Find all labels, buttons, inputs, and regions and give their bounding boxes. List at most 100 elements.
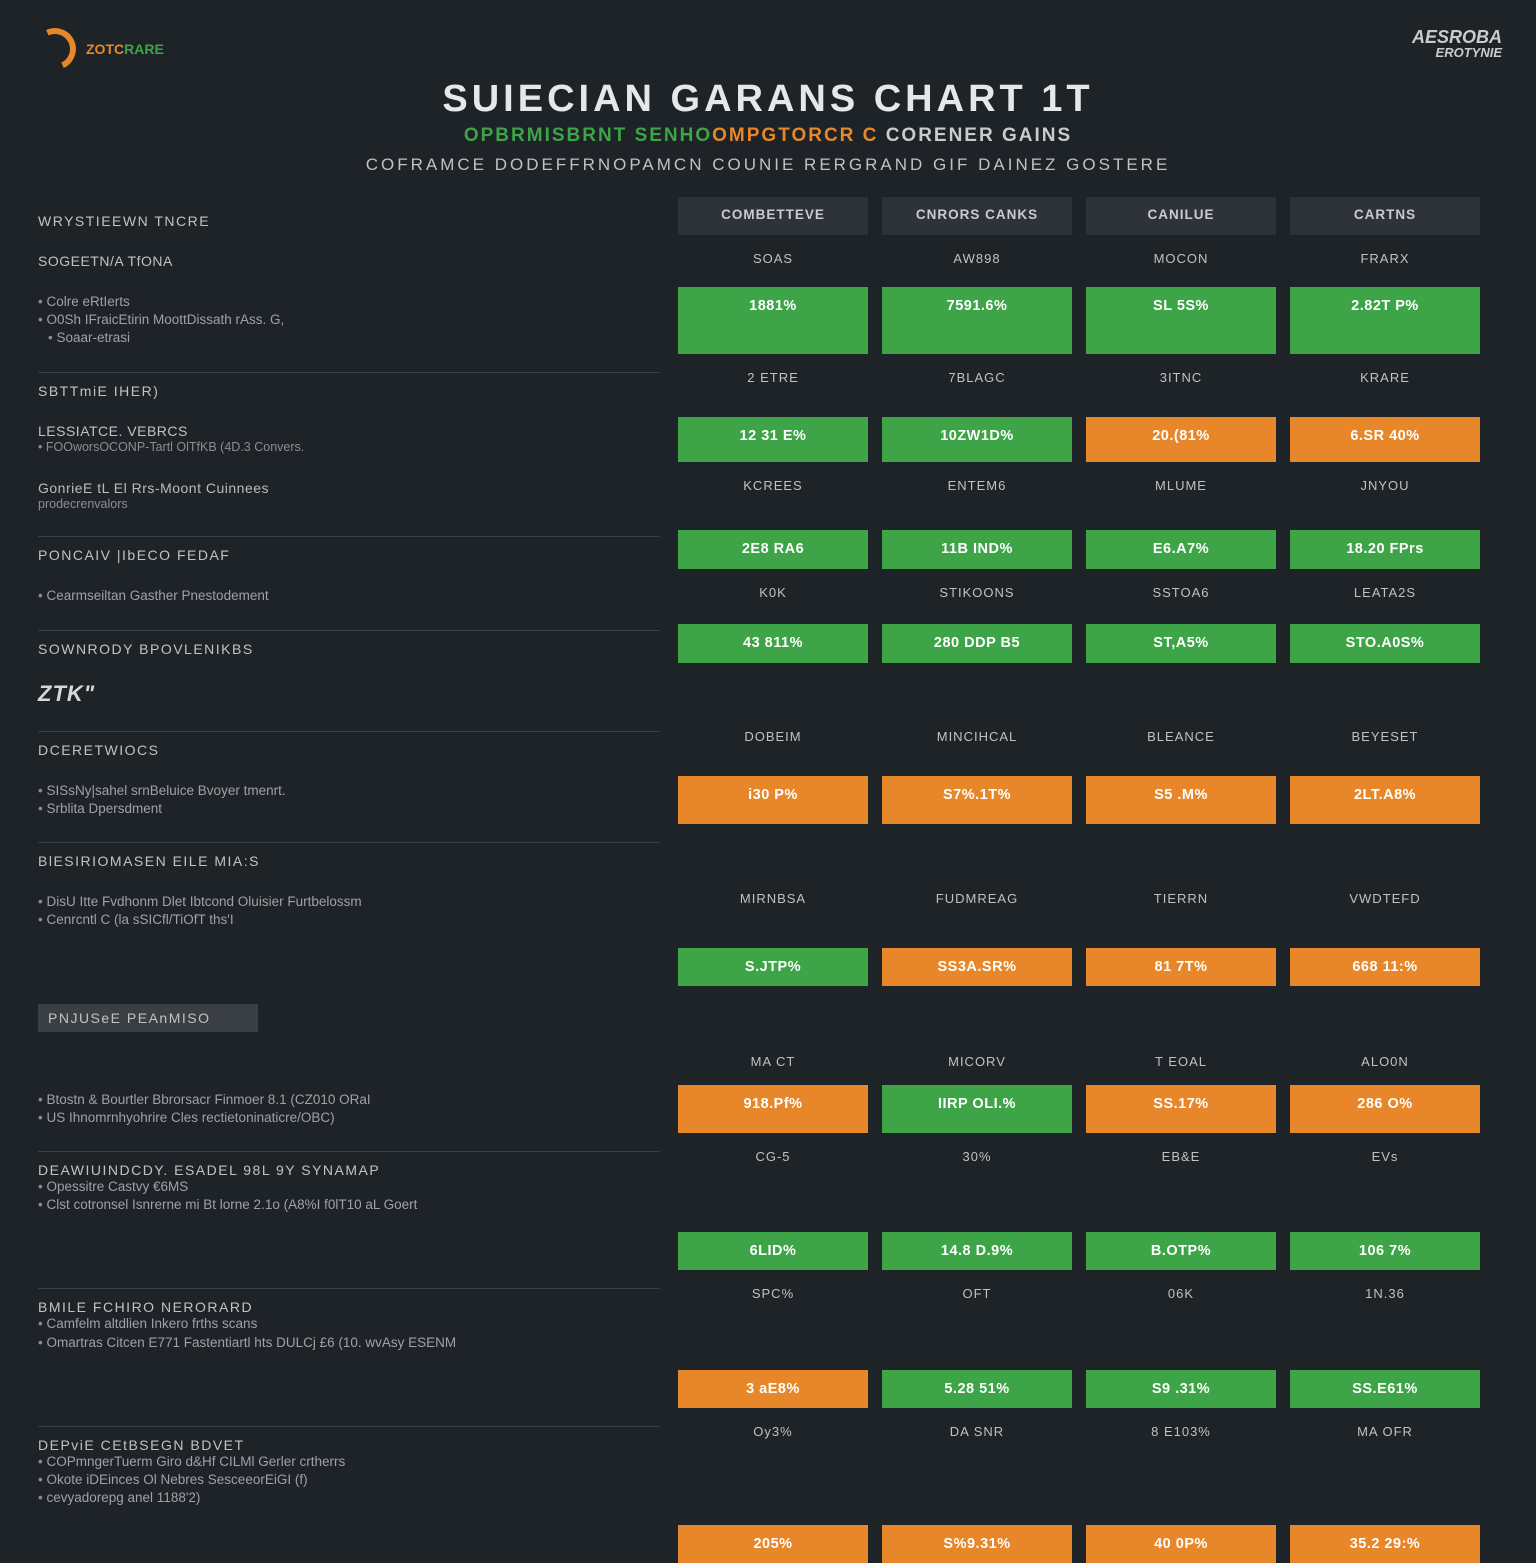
gap-8-0 (678, 675, 868, 679)
val-4-3: 2LT.A8% (1290, 776, 1480, 824)
lbl-0-1: AW898 (882, 247, 1072, 275)
gap-11-2 (1086, 836, 1276, 840)
val-0-0: 1881% (678, 287, 868, 354)
val-2-2: E6.A7% (1086, 530, 1276, 569)
gap-11-3 (1290, 836, 1480, 840)
left-row-20 (34, 1370, 664, 1408)
val-2-0: 2E8 RA6 (678, 530, 868, 569)
left-row-17: DEAWIUINDCDY. ESADEL 98L 9Y SYNAMAPOpess… (34, 1145, 664, 1220)
val-2-3: 18.20 FPrs (1290, 530, 1480, 569)
lbl-4-0: DOBEIM (678, 725, 868, 764)
val-3-1: 280 DDP B5 (882, 624, 1072, 663)
val-9-0: 205% (678, 1525, 868, 1563)
lbl-2-2: MLUME (1086, 474, 1276, 519)
val-4-1: S7%.1T% (882, 776, 1072, 824)
val-7-2: B.OTP% (1086, 1232, 1276, 1270)
val-7-0: 6LID% (678, 1232, 868, 1270)
lbl-7-2: EB&E (1086, 1145, 1276, 1220)
page-title: SUIECIAN GARANS CHART 1T (34, 78, 1502, 121)
logo-right: AESROBA EROTYNIE (1412, 28, 1502, 59)
left-row-3: LESSIATCE. VEBRCSFOOworsOCONP-Tartl OlTf… (34, 417, 664, 462)
lbl-4-2: BLEANCE (1086, 725, 1276, 764)
lbl-6-0: MA CT (678, 1050, 868, 1073)
val-8-0: 3 aE8% (678, 1370, 868, 1408)
header: ZOTCRARE AESROBA EROTYNIE (34, 28, 1502, 70)
left-row-19: BMILE FCHIRO NERORARDCamfelm altdlien In… (34, 1282, 664, 1357)
lbl-9-2: 8 E103% (1086, 1420, 1276, 1514)
val-7-1: 14.8 D.9% (882, 1232, 1072, 1270)
val-4-0: i30 P% (678, 776, 868, 824)
left-row-22 (34, 1525, 664, 1563)
lbl-3-1: STIKOONS (882, 581, 1072, 611)
lbl-0-2: MOCON (1086, 247, 1276, 275)
lbl-5-2: TIERRN (1086, 887, 1276, 935)
lbl-0-3: FRARX (1290, 247, 1480, 275)
col-header-2: CANILUE (1086, 197, 1276, 235)
val-0-3: 2.82T P% (1290, 287, 1480, 354)
lbl-7-1: 30% (882, 1145, 1072, 1220)
lbl-8-2: 06K (1086, 1282, 1276, 1357)
val-5-3: 668 11:% (1290, 948, 1480, 986)
gap-14-2 (1086, 998, 1276, 1002)
val-7-3: 106 7% (1290, 1232, 1480, 1270)
val-0-2: SL 5S% (1086, 287, 1276, 354)
val-1-3: 6.SR 40% (1290, 417, 1480, 462)
val-5-0: S.JTP% (678, 948, 868, 986)
logo-left: ZOTCRARE (34, 28, 164, 70)
subtitle-2: COFRAMCE DODEFFRNOPAMCN COUNIE RERGRAND … (34, 155, 1502, 175)
lbl-3-3: LEATA2S (1290, 581, 1480, 611)
left-row-16: Btostn & Bourtler Bbrorsacr Finmoer 8.1 … (34, 1085, 664, 1133)
val-9-3: 35.2 29:% (1290, 1525, 1480, 1563)
lbl-2-3: JNYOU (1290, 474, 1480, 519)
val-1-2: 20.(81% (1086, 417, 1276, 462)
lbl-7-0: CG-5 (678, 1145, 868, 1220)
val-6-3: 286 O% (1290, 1085, 1480, 1133)
left-row-5: PONCAIV |IbECO FEDAF (34, 530, 664, 569)
gap-8-1 (882, 675, 1072, 679)
val-9-1: S%9.31% (882, 1525, 1072, 1563)
left-row-21: DEPviE CEtBSEGN BDVETCOPmngerTuerm Giro … (34, 1420, 664, 1514)
left-row-10: SISsNy|sahel srnBeluice Bvoyer tmenrt.Sr… (34, 776, 664, 824)
val-6-0: 918.Pf% (678, 1085, 868, 1133)
left-row-8: ZTK" (34, 675, 664, 713)
left-row-12: DisU Itte Fvdhonm Dlet Ibtcond Oluisier … (34, 887, 664, 935)
left-row-6: Cearmseiltan Gasther Pnestodement (34, 581, 664, 611)
lbl-8-3: 1N.36 (1290, 1282, 1480, 1357)
lbl-2-0: KCREES (678, 474, 868, 519)
val-8-1: 5.28 51% (882, 1370, 1072, 1408)
title-block: SUIECIAN GARANS CHART 1T OPBRMISBRNT SEN… (34, 78, 1502, 175)
logo-left-a: ZOTC (86, 41, 124, 57)
lbl-6-3: ALO0N (1290, 1050, 1480, 1073)
lbl-8-1: OFT (882, 1282, 1072, 1357)
gap-11-0 (678, 836, 868, 840)
lbl-1-3: KRARE (1290, 366, 1480, 405)
lbl-5-1: FUDMREAG (882, 887, 1072, 935)
left-row-18 (34, 1232, 664, 1270)
left-row-0: SOGEETN/A TfONA (34, 247, 664, 275)
val-5-2: 81 7T% (1086, 948, 1276, 986)
lbl-9-1: DA SNR (882, 1420, 1072, 1514)
val-8-3: SS.E61% (1290, 1370, 1480, 1408)
lbl-5-0: MIRNBSA (678, 887, 868, 935)
left-row-15 (34, 1050, 664, 1073)
gap-8-3 (1290, 675, 1480, 679)
lbl-0-0: SOAS (678, 247, 868, 275)
gap-14-1 (882, 998, 1072, 1002)
gap-14-0 (678, 998, 868, 1002)
val-5-1: SS3A.SR% (882, 948, 1072, 986)
val-1-0: 12 31 E% (678, 417, 868, 462)
lbl-6-2: T EOAL (1086, 1050, 1276, 1073)
val-6-1: IIRP OLI.% (882, 1085, 1072, 1133)
val-6-2: SS.17% (1086, 1085, 1276, 1133)
val-1-1: 10ZW1D% (882, 417, 1072, 462)
col-header-1: CNRORS CANKS (882, 197, 1072, 235)
lbl-3-2: SSTOA6 (1086, 581, 1276, 611)
val-8-2: S9 .31% (1086, 1370, 1276, 1408)
val-3-2: ST,A5% (1086, 624, 1276, 663)
lbl-4-3: BEYESET (1290, 725, 1480, 764)
lbl-1-1: 7BLAGC (882, 366, 1072, 405)
lbl-6-1: MICORV (882, 1050, 1072, 1073)
lbl-1-2: 3ITNC (1086, 366, 1276, 405)
data-grid: WRYSTIEEWN TNCRECOMBETTEVECNRORS CANKSCA… (34, 197, 1502, 1563)
val-4-2: S5 .M% (1086, 776, 1276, 824)
